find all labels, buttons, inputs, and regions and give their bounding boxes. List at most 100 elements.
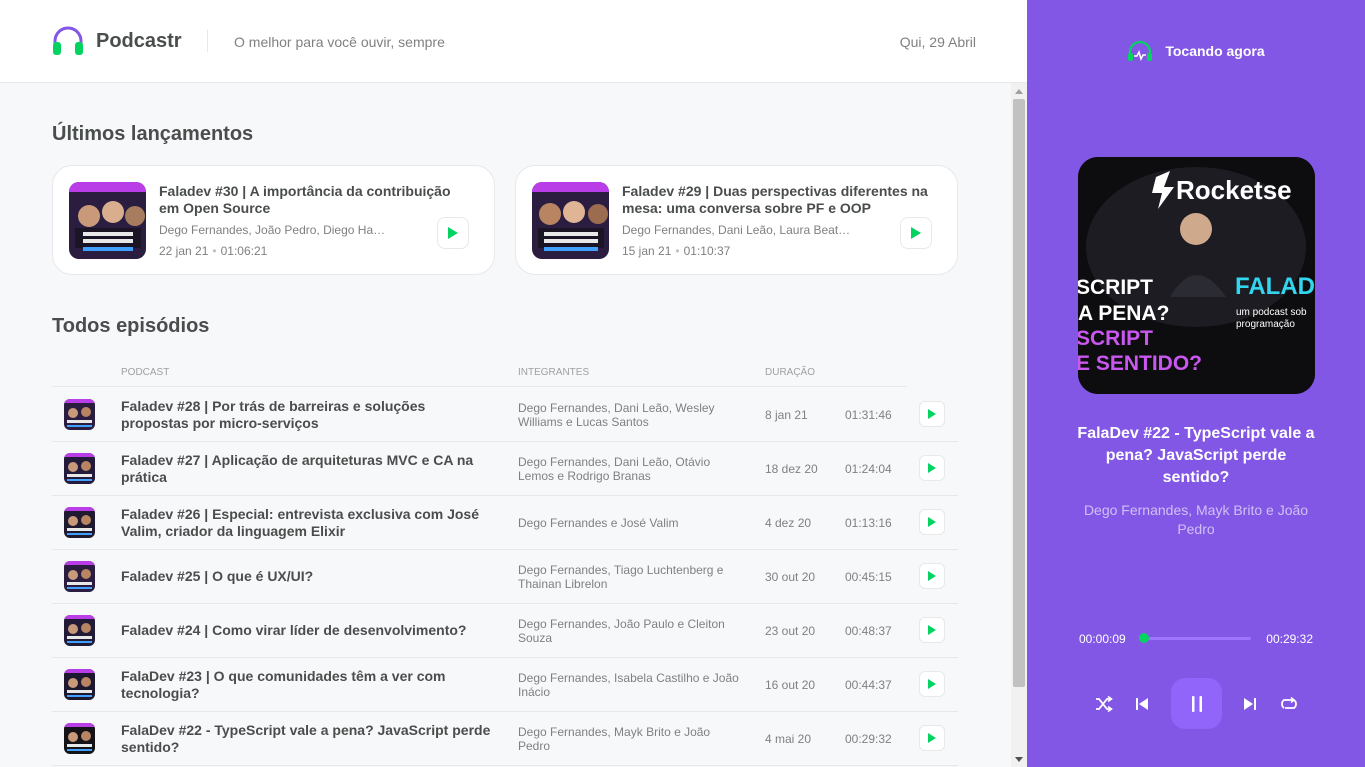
episode-date: 23 out 20: [765, 623, 816, 638]
logo[interactable]: Podcastr: [52, 25, 182, 57]
scroll-thumb[interactable]: [1013, 99, 1025, 687]
playing-now-icon: [1128, 40, 1153, 62]
pause-icon: [1191, 695, 1202, 712]
episode-title[interactable]: FalaDev #23 | O que comunidades têm a ve…: [121, 658, 496, 711]
episode-duration: 01:06:21: [220, 244, 268, 258]
shuffle-icon: [1096, 696, 1113, 712]
play-episode-button[interactable]: [437, 217, 469, 249]
episode-duration: 01:10:37: [683, 244, 731, 258]
pause-button[interactable]: [1171, 678, 1222, 729]
latest-episode-card[interactable]: Faladev #30 | A importância da contribui…: [52, 165, 495, 275]
episode-members: Dego Fernandes, Dani Leão, Wesley Willia…: [518, 400, 715, 429]
scroll-up-arrow[interactable]: [1015, 89, 1023, 94]
play-icon: [928, 733, 936, 743]
player-controls: [1027, 678, 1365, 730]
episode-members: Dego Fernandes, Mayk Brito e João Pedro: [518, 724, 711, 753]
player-panel: Tocando agora Rocketse SCRIPT A PENA? SC…: [1027, 0, 1365, 767]
episode-date: 15 jan 21: [622, 244, 672, 258]
episode-duration: 00:29:32: [845, 731, 892, 746]
episode-row[interactable]: FalaDev #23 | O que comunidades têm a ve…: [52, 658, 958, 712]
episode-row[interactable]: Faladev #25 | O que é UX/UI? Dego Fernand…: [52, 550, 958, 604]
episode-title[interactable]: Faladev #24 | Como virar líder de desenv…: [121, 604, 496, 657]
episode-members: Dego Fernandes, Dani Leão, Laura Beatr…: [622, 223, 852, 237]
episode-row[interactable]: Faladev #28 | Por trás de barreiras e so…: [52, 388, 958, 442]
next-button[interactable]: [1237, 691, 1263, 717]
scrollbar[interactable]: [1011, 83, 1027, 767]
cover-show-name: FALAD: [1235, 273, 1315, 300]
latest-title: Últimos lançamentos: [52, 123, 254, 145]
progress-handle[interactable]: [1138, 633, 1149, 643]
top-header: Podcastr O melhor para você ouvir, sempr…: [0, 0, 1027, 83]
play-episode-button[interactable]: [919, 671, 945, 697]
episode-title[interactable]: Faladev #25 | O que é UX/UI?: [121, 550, 496, 603]
play-icon: [928, 463, 936, 473]
meta-separator: •: [212, 244, 217, 258]
latest-episode-card[interactable]: Faladev #29 | Duas perspectivas diferent…: [515, 165, 958, 275]
episode-title[interactable]: Faladev #27 | Aplicação de arquiteturas …: [121, 442, 496, 495]
play-icon: [928, 517, 936, 527]
shuffle-button[interactable]: [1091, 691, 1117, 717]
episode-title[interactable]: Faladev #28 | Por trás de barreiras e so…: [121, 388, 496, 441]
total-time: 00:29:32: [1266, 632, 1313, 646]
episode-row[interactable]: Faladev #27 | Aplicação de arquiteturas …: [52, 442, 958, 496]
episode-row[interactable]: Faladev #26 | Especial: entrevista exclu…: [52, 496, 958, 550]
cover-line-1: SCRIPT: [1078, 276, 1153, 299]
episode-date: 22 jan 21: [159, 244, 209, 258]
episode-thumbnail: [64, 507, 95, 538]
play-episode-button[interactable]: [919, 563, 945, 589]
episode-cover: Rocketse SCRIPT A PENA? SCRIPT E SENTIDO…: [1078, 157, 1315, 394]
play-icon: [928, 409, 936, 419]
episode-meta: 15 jan 21 • 01:10:37: [622, 244, 730, 258]
play-episode-button[interactable]: [919, 725, 945, 751]
current-date: Qui, 29 Abril: [899, 34, 976, 50]
play-episode-button[interactable]: [919, 509, 945, 535]
column-duration: DURAÇÃO: [765, 367, 816, 378]
episode-thumbnail: [64, 453, 95, 484]
column-podcast: PODCAST: [121, 367, 170, 378]
play-episode-button[interactable]: [900, 217, 932, 249]
previous-button[interactable]: [1129, 691, 1155, 717]
episode-members: Dego Fernandes e José Valim: [518, 515, 679, 530]
episode-duration: 00:48:37: [845, 623, 892, 638]
cover-subtitle-2: programação: [1236, 319, 1295, 330]
episode-duration: 01:24:04: [845, 461, 892, 476]
current-time: 00:00:09: [1079, 632, 1126, 646]
playing-episode-title: FalaDev #22 - TypeScript vale a pena? Ja…: [1077, 425, 1315, 486]
play-icon: [448, 227, 458, 239]
progress-track[interactable]: [1138, 633, 1251, 643]
episode-duration: 01:13:16: [845, 515, 892, 530]
episode-row[interactable]: FalaDev #22 - TypeScript vale a pena? Ja…: [52, 712, 958, 766]
episode-meta: 22 jan 21 • 01:06:21: [159, 244, 267, 258]
player-header: Tocando agora: [1027, 40, 1365, 62]
scroll-down-arrow[interactable]: [1015, 757, 1023, 762]
main-area: Podcastr O melhor para você ouvir, sempr…: [0, 0, 1027, 767]
episode-date: 4 mai 20: [765, 731, 812, 746]
meta-separator: •: [675, 244, 680, 258]
repeat-button[interactable]: [1276, 691, 1302, 717]
progress-bar[interactable]: 00:00:09 00:29:32: [1027, 631, 1365, 647]
playing-episode-members: Dego Fernandes, Mayk Brito e João Pedro: [1083, 502, 1309, 537]
episode-title[interactable]: Faladev #29 | Duas perspectivas diferent…: [622, 183, 942, 217]
episode-duration: 01:31:46: [845, 407, 892, 422]
play-episode-button[interactable]: [919, 455, 945, 481]
episode-duration: 00:44:37: [845, 677, 892, 692]
episode-thumbnail: [64, 669, 95, 700]
play-episode-button[interactable]: [919, 401, 945, 427]
episode-thumbnail: [64, 723, 95, 754]
episode-row[interactable]: Faladev #24 | Como virar líder de desenv…: [52, 604, 958, 658]
repeat-icon: [1281, 696, 1297, 709]
play-episode-button[interactable]: [919, 617, 945, 643]
episode-title[interactable]: FalaDev #22 - TypeScript vale a pena? Ja…: [121, 712, 496, 765]
episode-title[interactable]: Faladev #30 | A importância da contribui…: [159, 183, 459, 217]
playing-now-label: Tocando agora: [1165, 43, 1265, 59]
header-divider: [207, 30, 208, 52]
play-icon: [928, 679, 936, 689]
cover-line-3: SCRIPT: [1078, 327, 1153, 350]
episode-date: 8 jan 21: [765, 407, 808, 422]
episode-title[interactable]: Faladev #26 | Especial: entrevista exclu…: [121, 496, 496, 549]
episode-date: 30 out 20: [765, 569, 816, 584]
tagline: O melhor para você ouvir, sempre: [234, 34, 445, 50]
cover-subtitle-1: um podcast sob: [1236, 307, 1307, 318]
play-icon: [928, 571, 936, 581]
episode-thumbnail: [69, 182, 146, 259]
